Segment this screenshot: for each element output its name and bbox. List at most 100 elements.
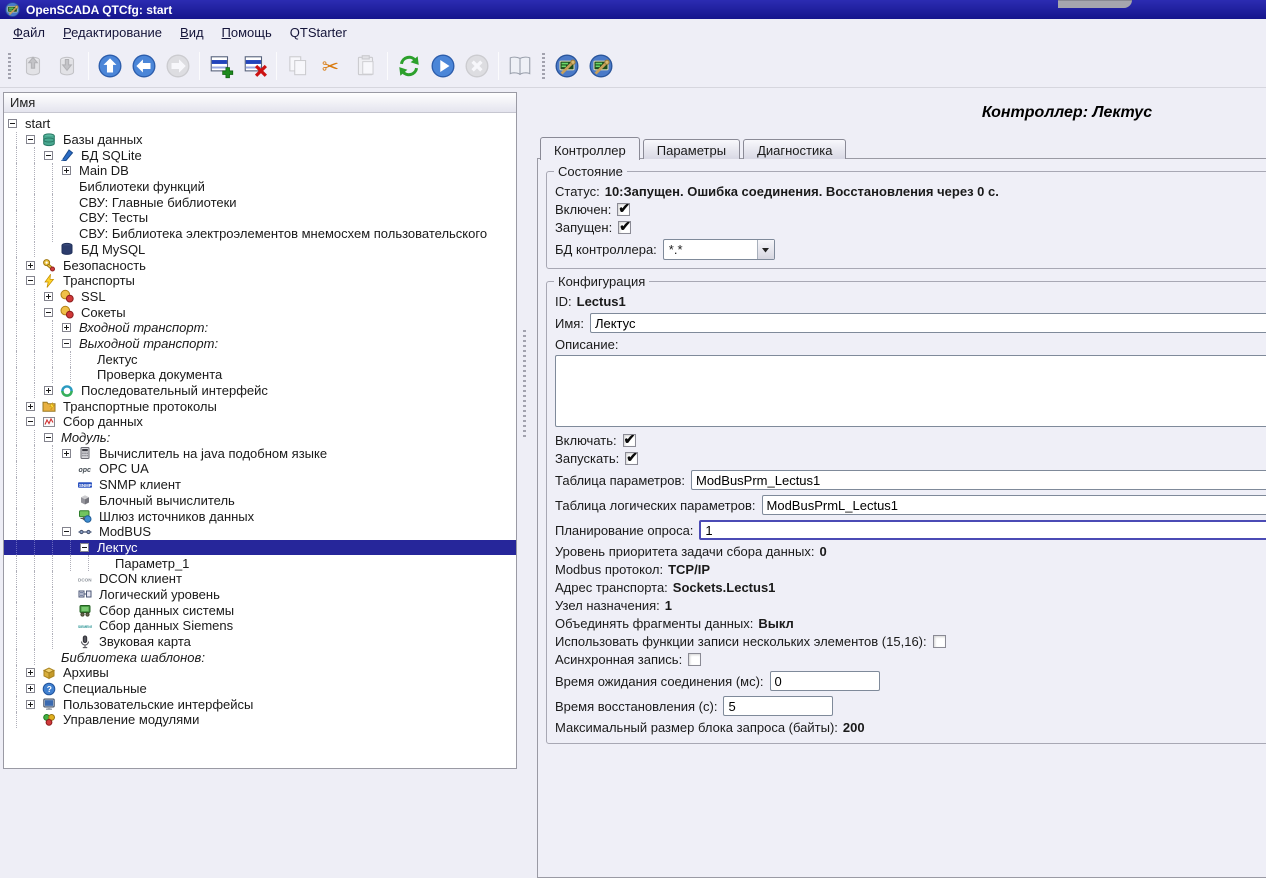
to-start-checkbox[interactable] <box>625 452 638 465</box>
tree-item-start[interactable]: start <box>4 116 516 132</box>
tree-item-модуль-[interactable]: Модуль: <box>4 430 516 446</box>
prml-table-input[interactable] <box>762 495 1266 515</box>
menu-qtstarter[interactable]: QTStarter <box>281 21 356 44</box>
collapse-icon[interactable] <box>62 339 71 348</box>
qtstarter-tools-button[interactable] <box>584 49 618 83</box>
manual-button[interactable] <box>503 49 537 83</box>
menu-файл[interactable]: Файл <box>4 21 54 44</box>
enabled-checkbox[interactable] <box>617 203 630 216</box>
tree-item-snmp-клиент[interactable]: SNMPSNMP клиент <box>4 477 516 493</box>
start-button[interactable] <box>426 49 460 83</box>
tree-item-лектус[interactable]: Лектус <box>4 351 516 367</box>
collapse-icon[interactable] <box>80 543 89 552</box>
collapse-icon[interactable] <box>62 527 71 536</box>
tree-item-шлюз-источников-данных[interactable]: Шлюз источников данных <box>4 508 516 524</box>
collapse-icon[interactable] <box>44 433 53 442</box>
expand-icon[interactable] <box>62 449 71 458</box>
collapse-icon[interactable] <box>26 417 35 426</box>
name-input[interactable] <box>590 313 1266 333</box>
schedule-input[interactable] <box>699 520 1266 540</box>
expand-icon[interactable] <box>26 700 35 709</box>
add-item-button[interactable] <box>204 49 238 83</box>
refresh-button[interactable] <box>392 49 426 83</box>
collapse-icon[interactable] <box>44 308 53 317</box>
cut-item-button[interactable]: ✂ <box>315 49 349 83</box>
tree-item-сву-тесты[interactable]: СВУ: Тесты <box>4 210 516 226</box>
tree-header[interactable]: Имя <box>4 93 516 113</box>
menu-помощь[interactable]: Помощь <box>213 21 281 44</box>
tree-item-бд-sqlite[interactable]: БД SQLite <box>4 147 516 163</box>
tree-item-бд-mysql[interactable]: БД MySQL <box>4 242 516 258</box>
tree-item-логический-уровень[interactable]: Логический уровень <box>4 587 516 603</box>
tree-item-безопасность[interactable]: Безопасность <box>4 257 516 273</box>
tree-item-звуковая-карта[interactable]: Звуковая карта <box>4 634 516 650</box>
load-from-db-button[interactable] <box>16 49 50 83</box>
tree-item-opc-ua[interactable]: opcOPC UA <box>4 461 516 477</box>
multi-write-checkbox[interactable] <box>933 635 946 648</box>
restore-timeout-input[interactable] <box>723 696 833 716</box>
prm-table-input[interactable] <box>691 470 1266 490</box>
collapse-icon[interactable] <box>26 276 35 285</box>
expand-icon[interactable] <box>44 386 53 395</box>
tree-item-сокеты[interactable]: Сокеты <box>4 304 516 320</box>
expand-icon[interactable] <box>26 668 35 677</box>
chevron-down-icon[interactable] <box>757 240 774 259</box>
tree-item-проверка-документа[interactable]: Проверка документа <box>4 367 516 383</box>
tree-item-ssl[interactable]: SSL <box>4 289 516 305</box>
qtstarter-config-button[interactable] <box>550 49 584 83</box>
tree-item-modbus[interactable]: ModBUS <box>4 524 516 540</box>
tree-item-вычислитель-на-java-подобном-языке[interactable]: Вычислитель на java подобном языке <box>4 445 516 461</box>
tree-item-управление-модулями[interactable]: Управление модулями <box>4 712 516 728</box>
expand-icon[interactable] <box>26 261 35 270</box>
tree-item-лектус[interactable]: Лектус <box>4 540 516 556</box>
forward-button[interactable] <box>161 49 195 83</box>
tree-item-специальные[interactable]: ?Специальные <box>4 681 516 697</box>
tree-item-входной-транспорт-[interactable]: Входной транспорт: <box>4 320 516 336</box>
tree-item-базы-данных[interactable]: Базы данных <box>4 132 516 148</box>
to-enable-checkbox[interactable] <box>623 434 636 447</box>
tab-параметры[interactable]: Параметры <box>643 139 740 159</box>
tab-диагностика[interactable]: Диагностика <box>743 139 846 159</box>
collapse-icon[interactable] <box>44 151 53 160</box>
tree-item-выходной-транспорт-[interactable]: Выходной транспорт: <box>4 336 516 352</box>
back-button[interactable] <box>127 49 161 83</box>
tree-item-main-db[interactable]: Main DB <box>4 163 516 179</box>
tree-item-транспортные-протоколы[interactable]: Транспортные протоколы <box>4 398 516 414</box>
description-textarea[interactable] <box>555 355 1266 427</box>
save-to-db-button[interactable] <box>50 49 84 83</box>
tree-item-dcon-клиент[interactable]: DCONDCON клиент <box>4 571 516 587</box>
expand-icon[interactable] <box>62 166 71 175</box>
async-write-checkbox[interactable] <box>688 653 701 666</box>
tree-item-блочный-вычислитель[interactable]: Блочный вычислитель <box>4 493 516 509</box>
tree-item-сву-главные-библиотеки[interactable]: СВУ: Главные библиотеки <box>4 194 516 210</box>
delete-item-button[interactable] <box>238 49 272 83</box>
tab-контроллер[interactable]: Контроллер <box>540 137 640 160</box>
collapse-icon[interactable] <box>8 119 17 128</box>
started-checkbox[interactable] <box>618 221 631 234</box>
tree-item-последовательный-интерфейс[interactable]: Последовательный интерфейс <box>4 383 516 399</box>
expand-icon[interactable] <box>26 402 35 411</box>
tree-item-сбор-данных-системы[interactable]: Сбор данных системы <box>4 602 516 618</box>
tree-item-пользовательские-интерфейсы[interactable]: Пользовательские интерфейсы <box>4 696 516 712</box>
tree-item-библиотека-шаблонов-[interactable]: Библиотека шаблонов: <box>4 649 516 665</box>
controller-db-combobox[interactable]: *.* <box>663 239 775 260</box>
menu-вид[interactable]: Вид <box>171 21 213 44</box>
paste-item-button[interactable] <box>349 49 383 83</box>
tree-item-сву-библиотека-электроэлементов-мнемосхем-пользовательского[interactable]: СВУ: Библиотека электроэлементов мнемосх… <box>4 226 516 242</box>
tree-item-сбор-данных-siemens[interactable]: SIEMENSСбор данных Siemens <box>4 618 516 634</box>
tree-item-сбор-данных[interactable]: Сбор данных <box>4 414 516 430</box>
menu-редактирование[interactable]: Редактирование <box>54 21 171 44</box>
tree-item-параметр-1[interactable]: Параметр_1 <box>4 555 516 571</box>
tree-item-архивы[interactable]: Архивы <box>4 665 516 681</box>
collapse-icon[interactable] <box>26 135 35 144</box>
copy-item-button[interactable] <box>281 49 315 83</box>
tree-item-транспорты[interactable]: Транспорты <box>4 273 516 289</box>
tree-item-библиотеки-функций[interactable]: Библиотеки функций <box>4 179 516 195</box>
splitter-handle[interactable] <box>523 330 526 440</box>
up-button[interactable] <box>93 49 127 83</box>
expand-icon[interactable] <box>26 684 35 693</box>
conn-timeout-input[interactable] <box>770 671 880 691</box>
expand-icon[interactable] <box>44 292 53 301</box>
stop-button[interactable] <box>460 49 494 83</box>
expand-icon[interactable] <box>62 323 71 332</box>
